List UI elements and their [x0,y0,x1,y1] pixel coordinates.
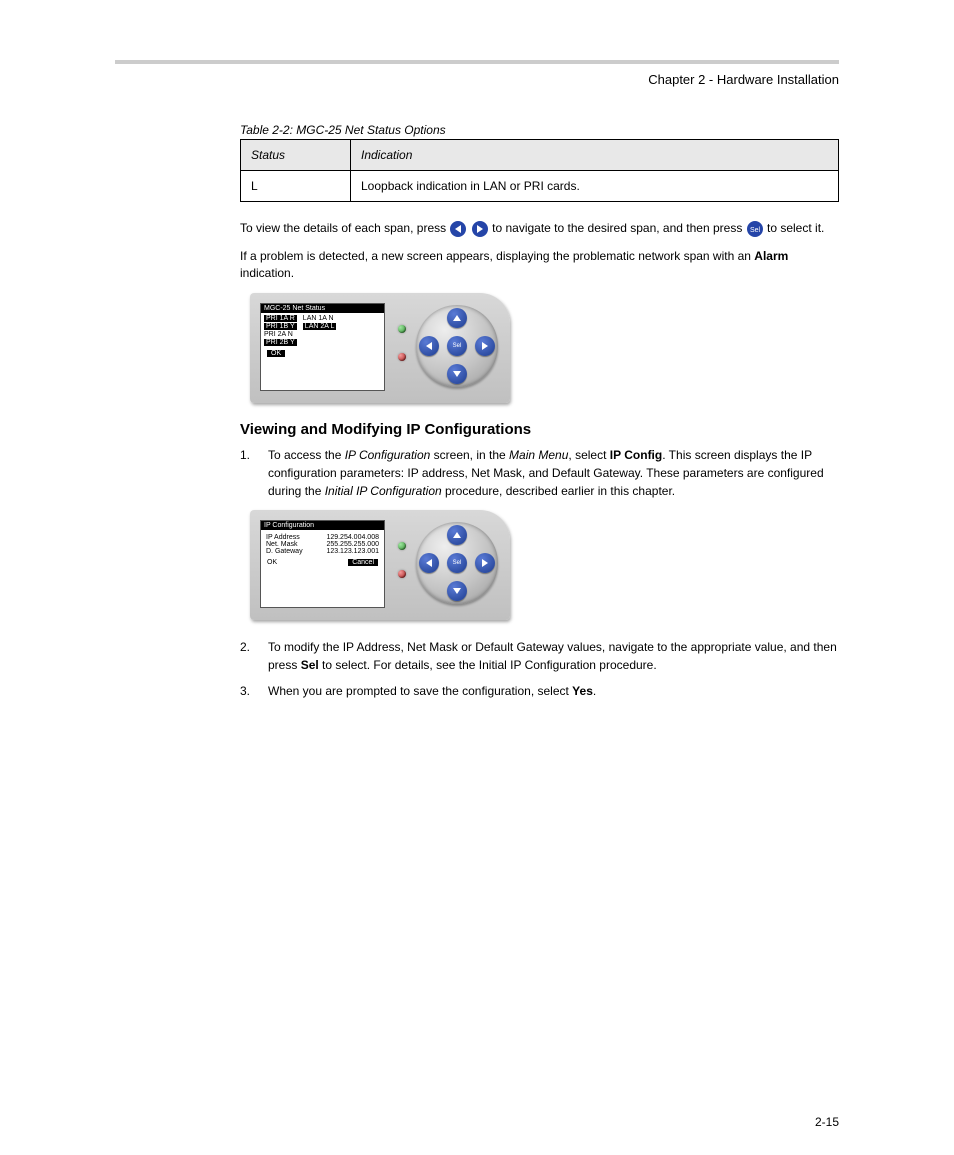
span-pri1a: PRI 1A R [264,315,297,322]
table-row: L Loopback indication in LAN or PRI card… [241,171,839,202]
device-panel-ip-config: IP Configuration IP Address129.254.004.0… [250,510,510,620]
page-header: Chapter 2 - Hardware Installation [115,72,839,87]
th-status: Status [241,140,351,171]
status-led-red-2 [398,570,406,578]
status-led-green-2 [398,542,406,550]
span-lan1a: LAN 1A N [303,315,337,322]
row-mask: Net. Mask255.255.255.000 [264,541,381,548]
lcd-ok-button[interactable]: OK [267,350,285,357]
span-pri1b: PRI 1B Y [264,323,297,330]
arrow-left-icon [449,220,467,238]
span-lan2a: LAN 2A L [303,323,337,330]
lcd-screen-2: IP Configuration IP Address129.254.004.0… [260,520,385,608]
instruction-view-span: To view the details of each span, press … [240,220,839,238]
span-pri2b: PRI 2B Y [264,339,297,346]
svg-text:Sel: Sel [750,227,761,234]
status-led-green [398,325,406,333]
alarm-paragraph: If a problem is detected, a new screen a… [240,248,839,283]
lcd2-title: IP Configuration [261,521,384,530]
net-status-table: Status Indication L Loopback indication … [240,139,839,202]
dpad-up-button[interactable] [447,308,467,328]
row-ip: IP Address129.254.004.008 [264,534,381,541]
dpad-sel-button[interactable]: Sel [447,336,467,356]
step-1: 1. To access the IP Configuration screen… [240,446,839,500]
header-rule [115,60,839,64]
th-indication: Indication [351,140,839,171]
lcd2-cancel-button[interactable]: Cancel [348,559,378,566]
lcd-screen: MGC-25 Net Status PRI 1A R PRI 1B Y PRI … [260,303,385,391]
status-led-red [398,353,406,361]
td-indication: Loopback indication in LAN or PRI cards. [351,171,839,202]
dpad2-down-button[interactable] [447,581,467,601]
dpad2-left-button[interactable] [419,553,439,573]
dpad-2: Sel [416,522,498,604]
section-heading: Viewing and Modifying IP Configurations [240,421,839,438]
dpad-down-button[interactable] [447,364,467,384]
row-gw: D. Gateway123.123.123.001 [264,548,381,555]
device-panel-net-status: MGC-25 Net Status PRI 1A R PRI 1B Y PRI … [250,293,510,403]
dpad2-up-button[interactable] [447,525,467,545]
lcd-title: MGC-25 Net Status [261,304,384,313]
sel-icon: Sel [746,220,764,238]
dpad2-right-button[interactable] [475,553,495,573]
table-caption: Table 2-2: MGC-25 Net Status Options [240,123,839,137]
dpad: Sel [416,305,498,387]
dpad2-sel-button[interactable]: Sel [447,553,467,573]
td-status: L [241,171,351,202]
span-pri2a: PRI 2A N [264,331,297,338]
step-3: 3. When you are prompted to save the con… [240,682,839,700]
dpad-right-button[interactable] [475,336,495,356]
arrow-right-icon [471,220,489,238]
page-number: 2-15 [815,1115,839,1129]
lcd2-ok-button[interactable]: OK [267,559,277,566]
dpad-left-button[interactable] [419,336,439,356]
step-2: 2. To modify the IP Address, Net Mask or… [240,638,839,674]
